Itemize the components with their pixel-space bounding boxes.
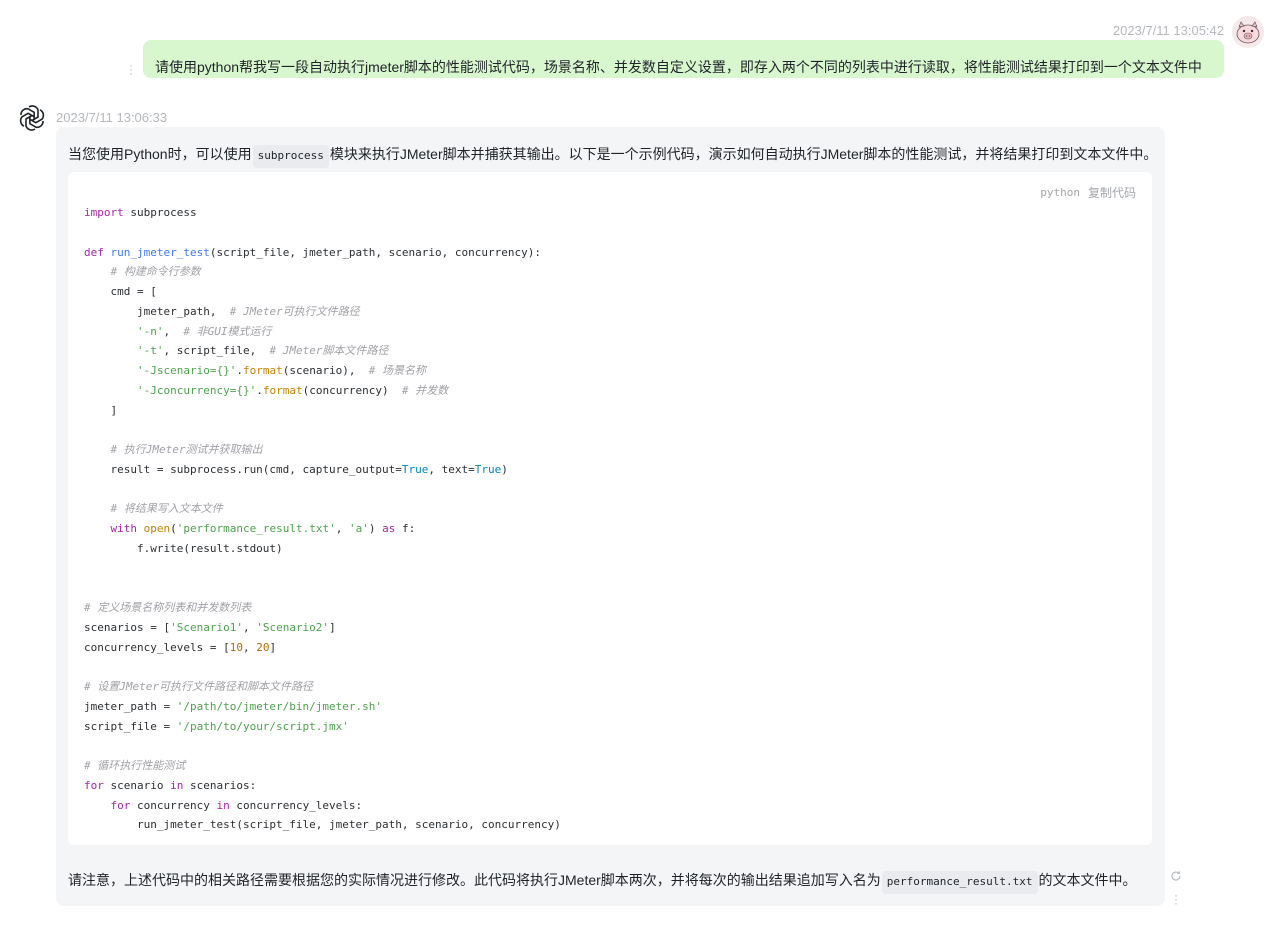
chat-page: 2023/7/11 13:05:42 · · · 请使用python帮我写一段自动执… (0, 0, 1280, 947)
inline-code-subprocess: subprocess (252, 145, 329, 168)
code-line: with open('performance_result.txt', 'a')… (110, 522, 416, 535)
code-line: ] (84, 403, 118, 417)
more-vertical-icon[interactable]: · · · (1173, 889, 1179, 909)
pig-avatar-icon[interactable] (1232, 16, 1264, 48)
outro-text-before: 请注意，上述代码中的相关路径需要根据您的实际情况进行修改。此代码将执行JMete… (68, 872, 881, 888)
code-line: '-t', script_file, # JMeter脚本文件路径 (136, 344, 389, 358)
code-line: # 设置JMeter可执行文件路径和脚本文件路径 (84, 680, 313, 693)
code-block: python 复制代码 import subprocess def run_jme… (68, 172, 1152, 845)
bot-message-timestamp: 2023/7/11 13:06:33 (56, 110, 168, 125)
inline-code-filename: performance_result.txt (881, 871, 1038, 894)
code-line: concurrency_levels = [10, 20] (84, 640, 277, 654)
bot-outro-text: 请注意，上述代码中的相关路径需要根据您的实际情况进行修改。此代码将执行JMete… (68, 871, 1137, 894)
code-line: for concurrency in concurrency_levels: (110, 798, 363, 812)
code-line: for scenario in scenarios: (84, 778, 257, 792)
user-message-more-icon[interactable]: · · · (128, 59, 134, 79)
intro-text-after: 模块来执行JMeter脚本并捕获其输出。以下是一个示例代码，演示如何自动执行JM… (329, 146, 1158, 162)
code-line: # 执行JMeter测试并获取输出 (110, 443, 263, 456)
user-message-bubble: 请使用python帮我写一段自动执行jmeter脚本的性能测试代码，场景名称、并… (143, 40, 1224, 78)
code-line: f.write(result.stdout) (84, 541, 283, 555)
code-content: import subprocess def run_jmeter_test(scr… (84, 203, 561, 835)
code-language-label: python (1040, 186, 1080, 199)
outro-text-after: 的文本文件中。 (1038, 872, 1137, 888)
user-message-timestamp: 2023/7/11 13:05:42 (1112, 23, 1224, 38)
code-line: # 将结果写入文本文件 (110, 502, 223, 516)
user-message-text: 请使用python帮我写一段自动执行jmeter脚本的性能测试代码，场景名称、并… (155, 59, 1202, 75)
bot-intro-text: 当您使用Python时，可以使用 subprocess 模块来执行JMeter脚本并… (68, 145, 1158, 168)
code-line: # 构建命令行参数 (110, 265, 201, 279)
code-line: import subprocess (84, 206, 197, 219)
code-line: script_file = '/path/to/your/script.jmx' (84, 719, 349, 733)
code-line: def run_jmeter_test(script_file, jmeter_… (84, 245, 541, 259)
code-line: scenarios = ['Scenario1', 'Scenario2'] (84, 620, 336, 634)
code-line: '-Jscenario={}'.format(scenario), # 场景名称 (136, 364, 427, 377)
bot-message-bubble: 当您使用Python时，可以使用 subprocess 模块来执行JMeter脚本并… (56, 127, 1165, 906)
code-line: jmeter_path, # JMeter可执行文件路径 (84, 304, 360, 318)
code-line: cmd = [ (84, 285, 157, 298)
code-line: run_jmeter_test(script_file, jmeter_path… (84, 818, 561, 832)
code-toolbar: python 复制代码 (1040, 184, 1136, 201)
refresh-icon[interactable] (1170, 870, 1182, 882)
openai-logo-icon (17, 103, 47, 133)
code-line: # 循环执行性能测试 (84, 759, 186, 772)
code-line: '-Jconcurrency={}'.format(concurrency) #… (136, 383, 449, 397)
code-line: '-n', # 非GUI模式运行 (136, 324, 272, 338)
intro-text-before: 当您使用Python时，可以使用 (68, 146, 252, 162)
code-line: jmeter_path = '/path/to/jmeter/bin/jmete… (84, 699, 383, 713)
code-line: # 定义场景名称列表和并发数列表 (84, 601, 252, 614)
copy-code-button[interactable]: 复制代码 (1088, 184, 1136, 201)
code-line: result = subprocess.run(cmd, capture_out… (84, 462, 508, 476)
